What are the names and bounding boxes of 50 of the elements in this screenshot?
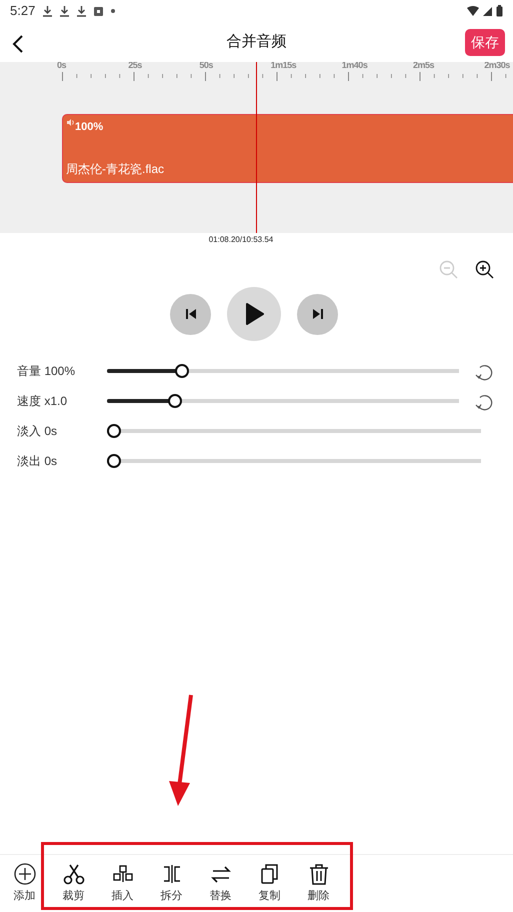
slider-thumb[interactable] bbox=[174, 364, 189, 378]
ruler-label: 0s bbox=[57, 62, 66, 72]
trash-icon bbox=[308, 862, 330, 885]
slider-label: 淡入 0s bbox=[17, 423, 58, 440]
add-button[interactable]: 添加 bbox=[0, 862, 49, 904]
skip-back-icon bbox=[184, 308, 196, 320]
slider-thumb[interactable] bbox=[107, 454, 121, 468]
clip-name: 周杰伦-青花瓷.flac bbox=[66, 161, 164, 178]
back-icon bbox=[12, 34, 24, 53]
cut-button[interactable]: 裁剪 bbox=[49, 862, 98, 904]
notification-icon bbox=[94, 6, 104, 16]
insert-icon bbox=[112, 862, 134, 885]
slider-label: 速度 x1.0 bbox=[17, 393, 68, 410]
copy-button[interactable]: 复制 bbox=[245, 862, 294, 904]
scissors-icon bbox=[62, 862, 84, 885]
slider-label: 淡出 0s bbox=[17, 453, 58, 470]
split-button[interactable]: 拆分 bbox=[147, 862, 196, 904]
playback-position: 01:08.20/10:53.54 bbox=[208, 235, 274, 244]
download-icon bbox=[77, 6, 86, 16]
page-title: 合并音频 bbox=[226, 32, 286, 52]
previous-button[interactable] bbox=[170, 294, 211, 334]
insert-button[interactable]: 插入 bbox=[98, 862, 147, 904]
skip-forward-icon bbox=[312, 308, 324, 320]
volume-icon bbox=[67, 119, 75, 126]
next-button[interactable] bbox=[297, 294, 338, 334]
ruler-label: 2m30s bbox=[484, 62, 510, 72]
slider-label: 音量 100% bbox=[17, 363, 76, 380]
clip-volume: 100% bbox=[75, 120, 104, 135]
status-time: 5:27 bbox=[10, 2, 36, 20]
ruler-label: 1m15s bbox=[270, 62, 296, 72]
slider-thumb[interactable] bbox=[168, 394, 182, 408]
ruler-label: 50s bbox=[199, 62, 213, 72]
download-icon bbox=[43, 6, 52, 16]
play-icon bbox=[244, 303, 264, 325]
ruler-label: 2m5s bbox=[413, 62, 434, 72]
delete-button[interactable]: 删除 bbox=[294, 862, 343, 904]
copy-icon bbox=[258, 862, 280, 885]
save-button[interactable]: 保存 bbox=[465, 29, 505, 56]
wifi-icon bbox=[467, 6, 479, 16]
dot-icon bbox=[111, 9, 116, 13]
download-icon bbox=[60, 6, 70, 16]
ruler-label: 1m40s bbox=[342, 62, 368, 72]
signal-icon bbox=[483, 6, 492, 16]
ruler-label: 25s bbox=[128, 62, 142, 72]
play-button[interactable] bbox=[227, 287, 281, 341]
add-icon bbox=[14, 862, 36, 885]
zoom-in-button[interactable] bbox=[475, 258, 495, 278]
battery-icon bbox=[496, 5, 503, 17]
replace-button[interactable]: 替换 bbox=[196, 862, 245, 904]
slider-thumb[interactable] bbox=[107, 424, 121, 438]
